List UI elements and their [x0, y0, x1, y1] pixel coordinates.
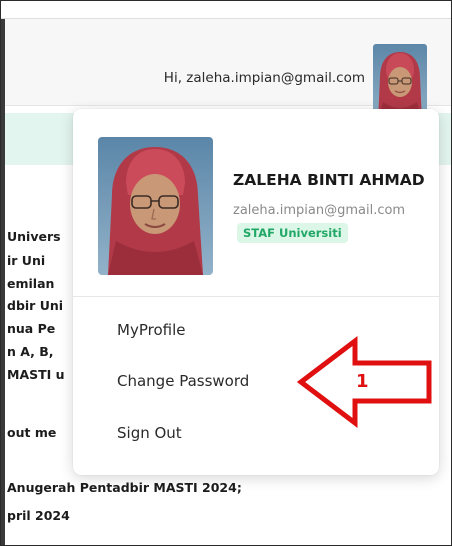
background-text-line: nua Pe [7, 321, 56, 336]
menu-divider [73, 296, 439, 297]
page-frame: Hi, zaleha.impian@gmail.com Univers ir U… [0, 0, 452, 546]
background-text-line: n A, B, [7, 344, 54, 359]
background-text-line: out me [7, 425, 57, 440]
user-dropdown-menu: ZALEHA BINTI AHMAD zaleha.impian@gmail.c… [73, 109, 439, 475]
user-greeting: Hi, zaleha.impian@gmail.com [163, 70, 365, 86]
background-text-line: MASTI u [7, 367, 65, 382]
background-text-line: Anugerah Pentadbir MASTI 2024; [7, 480, 242, 495]
profile-photo [98, 137, 213, 275]
menu-item-sign-out[interactable]: Sign Out [117, 424, 182, 442]
profile-email: zaleha.impian@gmail.com [233, 203, 406, 218]
menu-item-myprofile[interactable]: MyProfile [117, 321, 185, 339]
top-header: Hi, zaleha.impian@gmail.com [1, 19, 451, 122]
left-border [1, 19, 5, 545]
background-text-line: pril 2024 [7, 508, 70, 523]
profile-name: ZALEHA BINTI AHMAD [233, 171, 425, 189]
background-text-line: emilan [7, 276, 55, 291]
profile-photo-image [98, 137, 213, 275]
background-text-line: ir Uni [7, 253, 46, 268]
annotation-step-number: 1 [356, 371, 369, 392]
role-badge: STAF Universiti [237, 223, 348, 243]
background-text-line: dbir Uni [7, 298, 64, 313]
menu-item-change-password[interactable]: Change Password [117, 372, 249, 390]
background-text-line: Univers [7, 229, 61, 244]
